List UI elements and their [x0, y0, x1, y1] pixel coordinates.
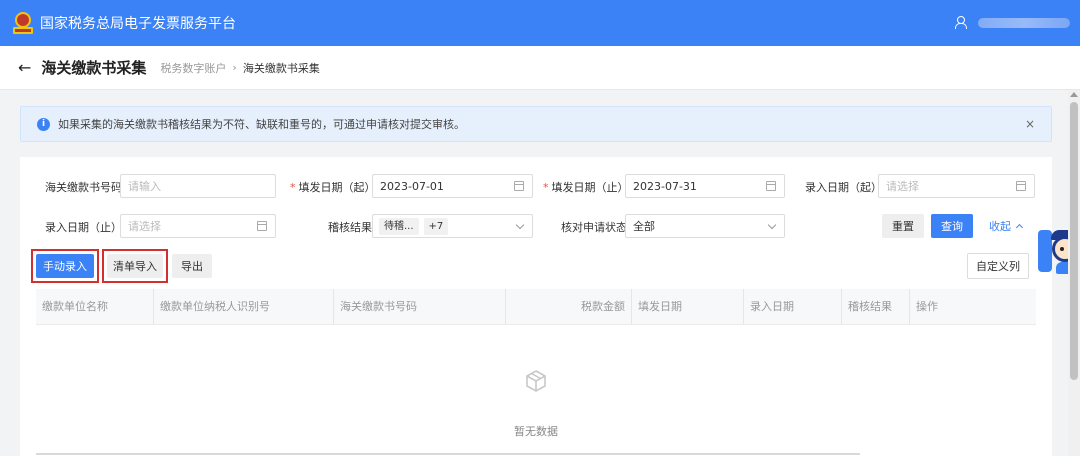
column-header: 操作: [916, 300, 938, 313]
vertical-scrollbar[interactable]: [1068, 90, 1080, 456]
calendar-icon: [766, 181, 776, 191]
customs-no-input[interactable]: 请输入: [120, 174, 276, 198]
close-icon[interactable]: ×: [1025, 117, 1035, 131]
issue-date-end-label: * 填发日期（止）: [543, 181, 629, 194]
page-title: 海关缴款书采集: [41, 59, 147, 77]
entry-date-end-label: 录入日期（止）: [45, 221, 122, 234]
page-titlebar: ← 海关缴款书采集 税务数字账户 › 海关缴款书采集: [0, 46, 1080, 90]
empty-box-icon: [526, 370, 546, 392]
calendar-icon: [1016, 181, 1026, 191]
highlight-box: [102, 249, 168, 283]
issue-date-start-picker[interactable]: 2023-07-01: [372, 174, 533, 198]
app-title: 国家税务总局电子发票服务平台: [40, 16, 236, 32]
column-header: 稽核结果: [842, 289, 910, 325]
column-header: 海关缴款书号码: [334, 289, 506, 325]
audit-result-label: 稽核结果: [328, 221, 372, 234]
highlight-box: [31, 249, 99, 283]
calendar-icon: [514, 181, 524, 191]
column-header: 缴款单位纳税人识别号: [154, 289, 334, 325]
column-header: 录入日期: [744, 289, 842, 325]
audit-result-select[interactable]: 待稽... +7: [372, 214, 533, 238]
chevron-down-icon: [515, 220, 525, 230]
user-name-blurred: [978, 17, 1070, 28]
user-icon: [954, 16, 967, 29]
breadcrumb-item-tax-account[interactable]: 税务数字账户: [160, 60, 226, 76]
alert-text: 如果采集的海关缴款书稽核结果为不符、缺联和重号的，可通过申请核对提交审核。: [58, 118, 465, 131]
user-menu[interactable]: [954, 16, 1070, 29]
query-button[interactable]: 查询: [931, 214, 973, 238]
info-alert: i 如果采集的海关缴款书稽核结果为不符、缺联和重号的，可通过申请核对提交审核。 …: [20, 106, 1052, 142]
scrollbar-thumb[interactable]: [1070, 102, 1078, 380]
calendar-icon: [257, 221, 267, 231]
audit-result-more-tag: +7: [423, 217, 449, 235]
verify-status-label: 核对申请状态: [561, 221, 627, 234]
tax-emblem-icon: [12, 12, 34, 34]
scroll-up-icon[interactable]: [1070, 92, 1078, 97]
breadcrumb-separator-icon: ›: [232, 61, 237, 74]
info-icon: i: [37, 117, 50, 131]
entry-date-start-label: 录入日期（起）: [805, 181, 882, 194]
entry-date-end-picker[interactable]: 请选择: [120, 214, 276, 238]
horizontal-scrollbar[interactable]: [36, 453, 860, 455]
customs-no-label: 海关缴款书号码: [45, 181, 122, 194]
column-header: 税款金额: [506, 289, 632, 325]
custom-columns-button[interactable]: 自定义列: [967, 253, 1029, 279]
column-header: 填发日期: [632, 289, 744, 325]
column-header: 缴款单位名称: [36, 289, 154, 325]
export-button[interactable]: 导出: [172, 254, 212, 278]
collapse-toggle[interactable]: 收起: [989, 218, 1024, 234]
main-card: 海关缴款书号码 请输入 * 填发日期（起） 2023-07-01 * 填发日期（止）…: [20, 157, 1052, 456]
empty-state-text: 暂无数据: [514, 425, 558, 438]
back-arrow-icon[interactable]: ←: [18, 58, 31, 77]
chevron-down-icon: [767, 220, 777, 230]
entry-date-start-picker[interactable]: 请选择: [878, 174, 1035, 198]
table-header: 缴款单位名称 缴款单位纳税人识别号 海关缴款书号码 税款金额 填发日期 录入日期…: [36, 289, 1036, 325]
chevron-up-icon: [1015, 223, 1024, 232]
issue-date-end-picker[interactable]: 2023-07-31: [625, 174, 785, 198]
top-header: 国家税务总局电子发票服务平台: [0, 0, 1080, 46]
breadcrumb-item-current: 海关缴款书采集: [242, 61, 320, 75]
verify-status-select[interactable]: 全部: [625, 214, 785, 238]
reset-button[interactable]: 重置: [882, 214, 924, 238]
issue-date-start-label: * 填发日期（起）: [290, 181, 376, 194]
breadcrumb: 税务数字账户 › 海关缴款书采集: [160, 60, 319, 76]
audit-result-tag: 待稽...: [379, 217, 419, 235]
